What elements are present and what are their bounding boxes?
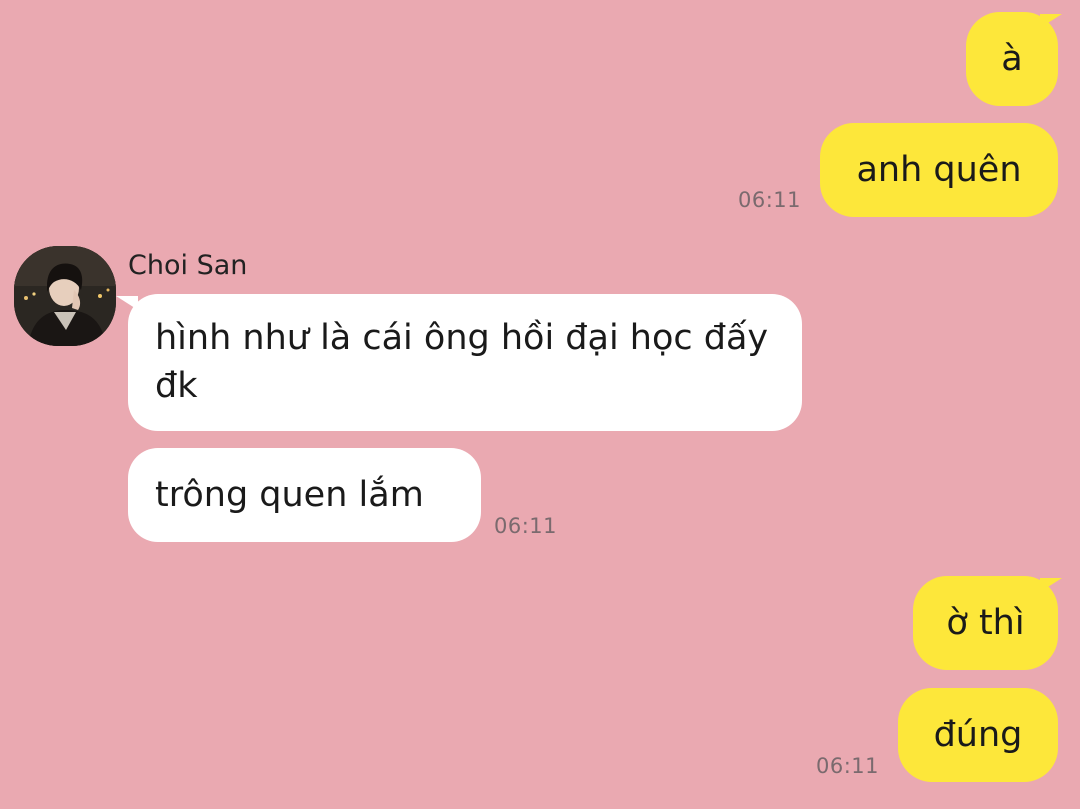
message-timestamp: 06:11	[816, 754, 880, 778]
outgoing-message-bubble[interactable]: ờ thì	[913, 576, 1058, 670]
outgoing-message-bubble[interactable]: à	[966, 12, 1058, 106]
message-timestamp: 06:11	[494, 514, 558, 538]
message-text: ờ thì	[946, 603, 1025, 643]
message-text: hình như là cái ông hồi đại học đấy đk	[155, 318, 769, 406]
outgoing-message-bubble[interactable]: đúng	[898, 688, 1058, 782]
incoming-message-bubble[interactable]: hình như là cái ông hồi đại học đấy đk	[128, 294, 802, 431]
message-text: trông quen lắm	[155, 475, 424, 515]
sender-name: Choi San	[128, 250, 248, 281]
message-text: à	[1001, 39, 1023, 79]
outgoing-message-bubble[interactable]: anh quên	[820, 123, 1058, 217]
message-text: anh quên	[856, 150, 1022, 190]
message-timestamp: 06:11	[738, 188, 802, 212]
message-text: đúng	[933, 715, 1023, 755]
contact-avatar[interactable]	[14, 246, 116, 346]
incoming-message-bubble[interactable]: trông quen lắm	[128, 448, 481, 542]
avatar-photo	[14, 246, 116, 346]
